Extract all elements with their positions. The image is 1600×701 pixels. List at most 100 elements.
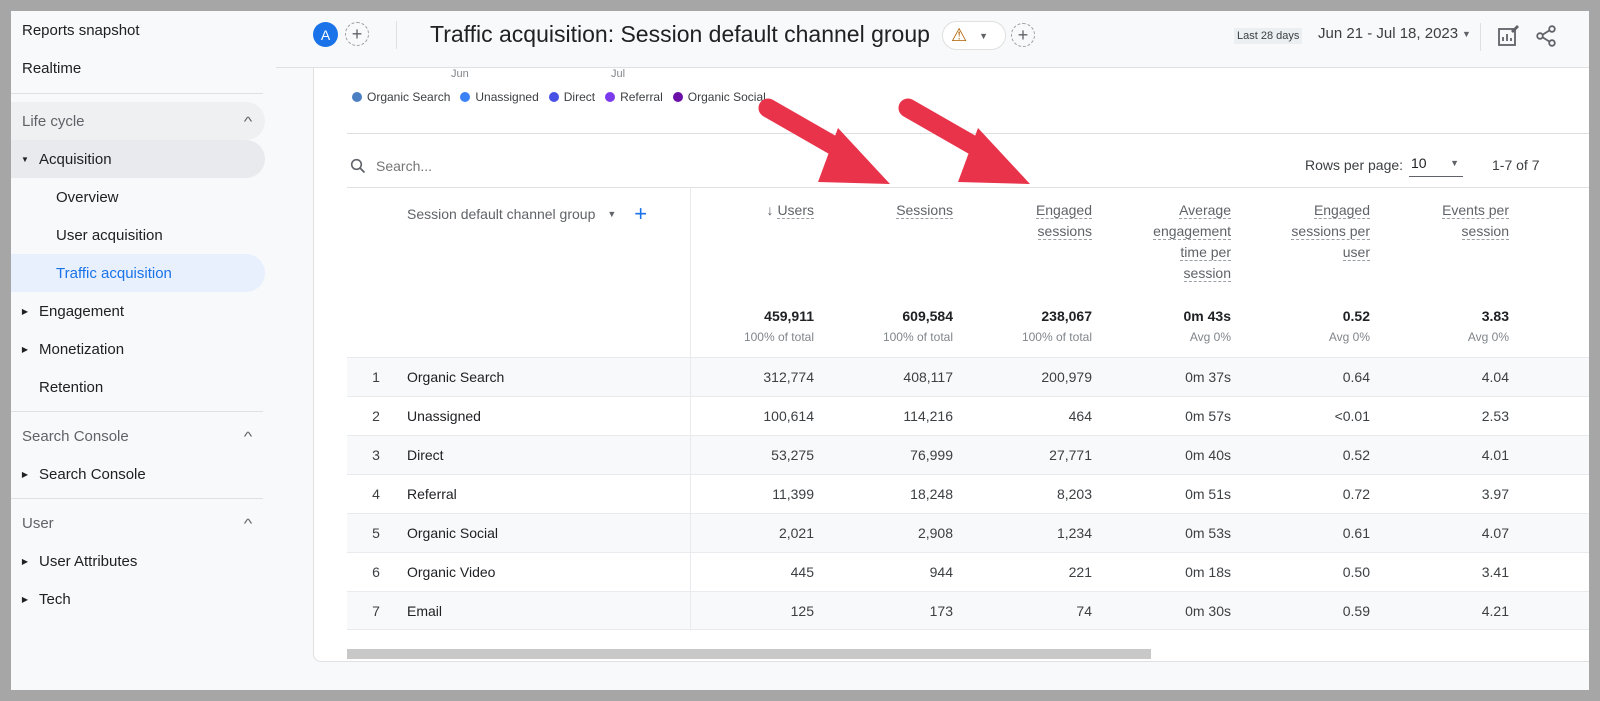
- channel-name: Organic Video: [407, 564, 496, 580]
- customize-report-icon[interactable]: [1495, 23, 1521, 49]
- data-quality-button[interactable]: ⚠ ▼: [942, 21, 1006, 50]
- nav-label: Monetization: [39, 340, 125, 358]
- metric-header[interactable]: ↓ Users: [684, 200, 814, 221]
- date-range-picker[interactable]: Jun 21 - Jul 18, 2023: [1318, 25, 1458, 42]
- add-comparison-button[interactable]: +: [345, 22, 369, 46]
- legend-item[interactable]: Referral: [605, 90, 663, 104]
- nav-overview[interactable]: Overview: [11, 178, 265, 216]
- legend-item[interactable]: Unassigned: [460, 90, 539, 104]
- table-row[interactable]: 5 Organic Social 2,021 2,908 1,234 0m 53s 0.61…: [347, 513, 1589, 552]
- legend-label: Direct: [563, 90, 596, 104]
- metric-cell: 0m 40s: [1185, 447, 1231, 463]
- sort-descending-icon: ↓: [766, 202, 778, 218]
- nav-search-console[interactable]: ▶ Search Console: [11, 455, 265, 493]
- metric-cell: 4.01: [1481, 447, 1509, 463]
- horizontal-scrollbar[interactable]: [347, 649, 1151, 659]
- metric-cell: 125: [790, 603, 814, 619]
- metric-cell: 312,774: [763, 369, 814, 385]
- channel-name: Unassigned: [407, 408, 481, 424]
- section-title: User: [22, 514, 54, 532]
- metric-total: 609,584: [902, 308, 953, 324]
- nav-label: Retention: [39, 378, 104, 396]
- metric-header[interactable]: Average engagement time per session: [1101, 200, 1231, 284]
- chevron-up-icon: ^: [243, 515, 253, 531]
- metric-header[interactable]: Sessions: [823, 200, 953, 221]
- section-user[interactable]: User ^: [11, 504, 265, 542]
- report-header: A + Traffic acquisition: Session default…: [276, 11, 1589, 68]
- nav-engagement[interactable]: ▶ Engagement: [11, 292, 265, 330]
- metric-cell: 100,614: [763, 408, 814, 424]
- nav-label: User Attributes: [39, 552, 138, 570]
- metric-cell: 2.53: [1481, 408, 1509, 424]
- legend-dot-icon: [352, 92, 362, 102]
- app-window: Reports snapshot Realtime Life cycle ^ ▼…: [11, 11, 1589, 690]
- nav-user-acquisition[interactable]: User acquisition: [11, 216, 265, 254]
- metric-cell: 464: [1068, 408, 1092, 424]
- channel-name: Direct: [407, 447, 444, 463]
- metric-total-subtitle: 100% of total: [882, 330, 953, 344]
- table-search-input[interactable]: [376, 158, 676, 174]
- dimension-selector[interactable]: Session default channel group ▼ +: [407, 203, 647, 225]
- caret-right-icon: ▶: [21, 469, 29, 479]
- legend-item[interactable]: Organic Social: [672, 90, 766, 104]
- metric-cell: 0.61: [1342, 525, 1370, 541]
- nav-user-attributes[interactable]: ▶ User Attributes: [11, 542, 265, 580]
- metric-cell: 445: [790, 564, 814, 580]
- chart-axis-label: Jun: [451, 68, 469, 80]
- rows-per-page-label: Rows per page:: [1305, 157, 1404, 173]
- caret-right-icon: ▶: [21, 556, 29, 566]
- metric-cell: 0m 51s: [1185, 486, 1231, 502]
- nav-tech[interactable]: ▶ Tech: [11, 580, 265, 618]
- metric-total-subtitle: Avg 0%: [1467, 330, 1509, 344]
- date-preset-badge[interactable]: Last 28 days: [1234, 28, 1303, 44]
- metric-cell: 3.41: [1481, 564, 1509, 580]
- metric-header[interactable]: Engaged sessions: [962, 200, 1092, 242]
- nav-reports-snapshot[interactable]: Reports snapshot: [11, 11, 276, 49]
- metric-header[interactable]: Events per session: [1379, 200, 1509, 242]
- legend-item[interactable]: Organic Search: [352, 90, 450, 104]
- table-row[interactable]: 4 Referral 11,399 18,248 8,203 0m 51s 0.72 3.97: [347, 474, 1589, 513]
- nav-retention[interactable]: Retention: [11, 368, 265, 406]
- metric-total: 3.83: [1481, 308, 1509, 324]
- add-dimension-icon[interactable]: +: [634, 203, 647, 225]
- table-row[interactable]: 7 Email 125 173 74 0m 30s 0.59 4.21: [347, 591, 1589, 630]
- channel-name: Organic Social: [407, 525, 499, 541]
- legend-item[interactable]: Direct: [548, 90, 596, 104]
- table-row[interactable]: 6 Organic Video 445 944 221 0m 18s 0.50 3.41: [347, 552, 1589, 591]
- caret-down-icon[interactable]: ▼: [1462, 29, 1471, 39]
- section-life-cycle[interactable]: Life cycle ^: [11, 102, 265, 140]
- share-icon[interactable]: [1533, 23, 1559, 49]
- channel-name: Organic Search: [407, 369, 505, 385]
- metric-cell: 173: [929, 603, 953, 619]
- table-row[interactable]: 2 Unassigned 100,614 114,216 464 0m 57s <0.01 2…: [347, 396, 1589, 435]
- nav-acquisition[interactable]: ▼ Acquisition: [11, 140, 265, 178]
- table-body: 1 Organic Search 312,774 408,117 200,979 0m 3…: [347, 357, 1589, 630]
- nav-traffic-acquisition[interactable]: Traffic acquisition: [11, 254, 265, 292]
- chevron-up-icon: ^: [243, 428, 253, 444]
- metric-header-label: Sessions: [896, 202, 953, 219]
- comparison-avatar[interactable]: A: [313, 22, 338, 47]
- metric-cell: 4.21: [1481, 603, 1509, 619]
- metric-cell: 27,771: [1049, 447, 1092, 463]
- table-row[interactable]: 1 Organic Search 312,774 408,117 200,979 0m 3…: [347, 357, 1589, 396]
- metric-cell: 0m 57s: [1185, 408, 1231, 424]
- nav-label: Traffic acquisition: [56, 264, 172, 282]
- search-icon: [350, 158, 366, 174]
- section-search-console[interactable]: Search Console ^: [11, 417, 265, 455]
- chevron-up-icon: ^: [243, 113, 253, 129]
- table-row[interactable]: 3 Direct 53,275 76,999 27,771 0m 40s 0.52 4.01: [347, 435, 1589, 474]
- legend-label: Organic Search: [367, 90, 451, 104]
- metric-cell: 114,216: [903, 408, 953, 424]
- sidebar: Reports snapshot Realtime Life cycle ^ ▼…: [11, 11, 276, 690]
- legend-dot-icon: [672, 92, 683, 102]
- nav-realtime[interactable]: Realtime: [11, 49, 276, 87]
- add-filter-button[interactable]: +: [1011, 23, 1035, 47]
- rows-per-page-select[interactable]: 10 ▼: [1409, 153, 1463, 177]
- metric-cell: 2,021: [778, 525, 814, 541]
- metric-header[interactable]: Engaged sessions per user: [1240, 200, 1370, 263]
- metric-cell: 76,999: [910, 447, 953, 463]
- metric-cell: 0.50: [1342, 564, 1370, 580]
- metric-header-label: Engaged: [1035, 202, 1092, 219]
- metric-header-label: session: [1461, 223, 1509, 240]
- nav-monetization[interactable]: ▶ Monetization: [11, 330, 265, 368]
